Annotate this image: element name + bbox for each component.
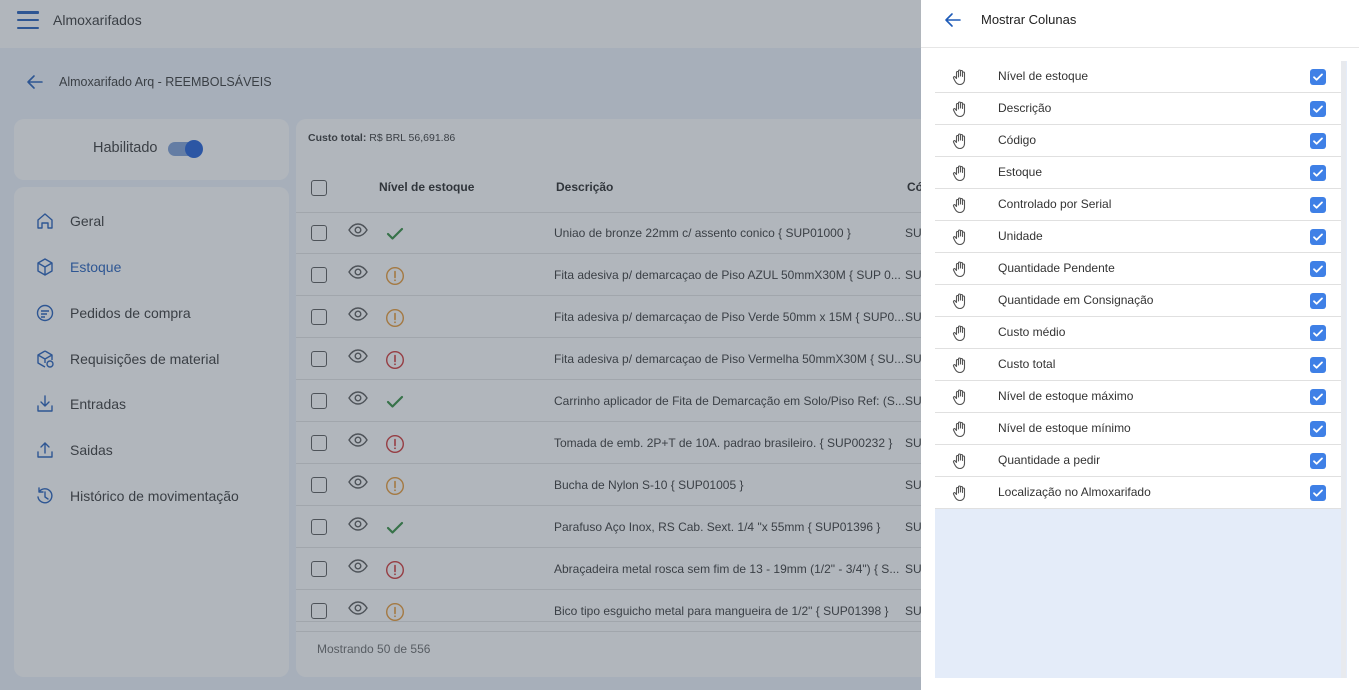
back-arrow-icon[interactable] (943, 10, 963, 30)
drag-handle-icon[interactable] (951, 228, 969, 246)
checkmark-icon (1313, 361, 1323, 369)
column-checkbox[interactable] (1310, 261, 1326, 277)
column-label: Nível de estoque máximo (998, 389, 1134, 403)
drag-handle-icon[interactable] (951, 196, 969, 214)
drag-handle-icon[interactable] (951, 132, 969, 150)
drag-handle-icon[interactable] (951, 68, 969, 86)
column-item[interactable]: Quantidade Pendente (935, 253, 1341, 285)
column-item[interactable]: Nível de estoque mínimo (935, 413, 1341, 445)
checkmark-icon (1313, 73, 1323, 81)
checkmark-icon (1313, 233, 1323, 241)
column-item[interactable]: Custo médio (935, 317, 1341, 349)
checkmark-icon (1313, 137, 1323, 145)
column-item[interactable]: Controlado por Serial (935, 189, 1341, 221)
column-item[interactable]: Estoque (935, 157, 1341, 189)
drag-handle-icon[interactable] (951, 292, 969, 310)
column-checkbox[interactable] (1310, 293, 1326, 309)
checkmark-icon (1313, 201, 1323, 209)
column-checkbox[interactable] (1310, 101, 1326, 117)
checkmark-icon (1313, 393, 1323, 401)
column-item[interactable]: Unidade (935, 221, 1341, 253)
column-item[interactable]: Localização no Almoxarifado (935, 477, 1341, 509)
checkmark-icon (1313, 425, 1323, 433)
column-item[interactable]: Nível de estoque máximo (935, 381, 1341, 413)
column-item[interactable]: Nível de estoque (935, 61, 1341, 93)
checkmark-icon (1313, 265, 1323, 273)
drag-handle-icon[interactable] (951, 420, 969, 438)
column-checkbox[interactable] (1310, 421, 1326, 437)
column-label: Descrição (998, 101, 1052, 115)
drag-handle-icon[interactable] (951, 100, 969, 118)
drag-handle-icon[interactable] (951, 484, 969, 502)
column-label: Quantidade a pedir (998, 453, 1101, 467)
column-label: Custo médio (998, 325, 1066, 339)
column-label: Localização no Almoxarifado (998, 485, 1151, 499)
drag-handle-icon[interactable] (951, 164, 969, 182)
columns-panel: Mostrar Colunas Nível de estoque Descriçã… (921, 0, 1359, 690)
drag-handle-icon[interactable] (951, 356, 969, 374)
checkmark-icon (1313, 457, 1323, 465)
column-list: Nível de estoque Descrição Código Estoque Co… (935, 61, 1347, 678)
column-label: Unidade (998, 229, 1043, 243)
panel-title: Mostrar Colunas (981, 12, 1077, 27)
column-item[interactable]: Código (935, 125, 1341, 157)
checkmark-icon (1313, 169, 1323, 177)
panel-header: Mostrar Colunas (921, 0, 1359, 48)
column-item[interactable]: Descrição (935, 93, 1341, 125)
column-label: Código (998, 133, 1037, 147)
column-checkbox[interactable] (1310, 453, 1326, 469)
checkmark-icon (1313, 297, 1323, 305)
column-checkbox[interactable] (1310, 229, 1326, 245)
column-label: Controlado por Serial (998, 197, 1112, 211)
column-checkbox[interactable] (1310, 197, 1326, 213)
column-checkbox[interactable] (1310, 325, 1326, 341)
column-label: Quantidade Pendente (998, 261, 1115, 275)
drag-handle-icon[interactable] (951, 452, 969, 470)
column-label: Nível de estoque mínimo (998, 421, 1131, 435)
column-checkbox[interactable] (1310, 357, 1326, 373)
column-checkbox[interactable] (1310, 133, 1326, 149)
scrollbar[interactable] (1341, 61, 1346, 678)
checkmark-icon (1313, 329, 1323, 337)
column-item[interactable]: Quantidade a pedir (935, 445, 1341, 477)
column-checkbox[interactable] (1310, 165, 1326, 181)
column-item[interactable]: Quantidade em Consignação (935, 285, 1341, 317)
column-label: Quantidade em Consignação (998, 293, 1154, 307)
column-item[interactable]: Custo total (935, 349, 1341, 381)
checkmark-icon (1313, 105, 1323, 113)
drag-handle-icon[interactable] (951, 324, 969, 342)
drag-handle-icon[interactable] (951, 260, 969, 278)
drag-handle-icon[interactable] (951, 388, 969, 406)
column-checkbox[interactable] (1310, 69, 1326, 85)
column-checkbox[interactable] (1310, 485, 1326, 501)
column-label: Estoque (998, 165, 1043, 179)
column-label: Custo total (998, 357, 1056, 371)
column-checkbox[interactable] (1310, 389, 1326, 405)
checkmark-icon (1313, 489, 1323, 497)
column-label: Nível de estoque (998, 69, 1089, 83)
